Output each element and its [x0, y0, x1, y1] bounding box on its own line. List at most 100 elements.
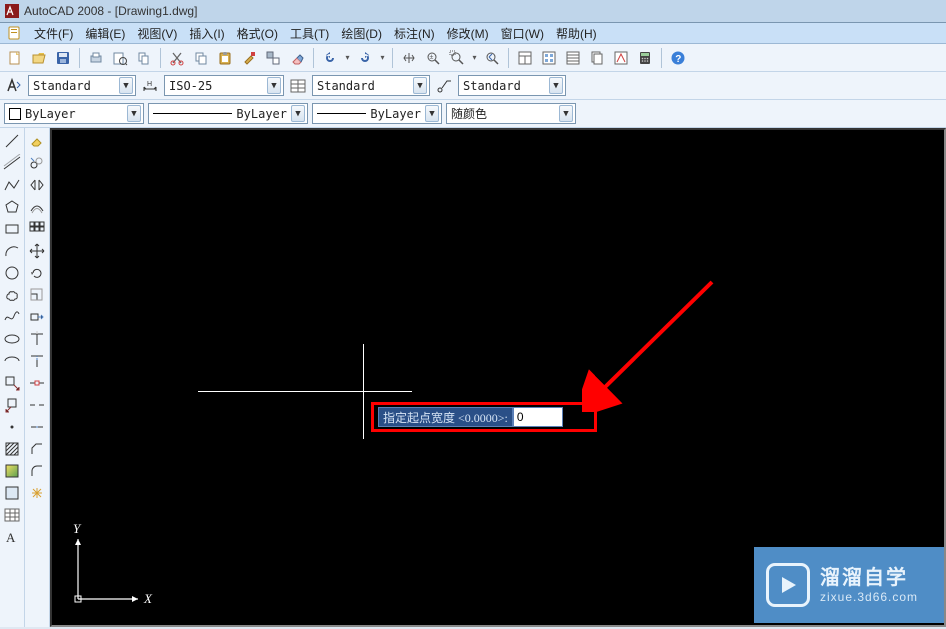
properties-button[interactable]	[514, 47, 536, 69]
linetype-combo[interactable]: ByLayer▼	[148, 103, 308, 124]
separator	[661, 48, 662, 68]
circle-tool[interactable]	[1, 262, 23, 283]
line-tool[interactable]	[1, 130, 23, 151]
fillet-tool[interactable]	[26, 460, 48, 481]
chevron-down-icon[interactable]: ▼	[425, 105, 439, 122]
hatch-tool[interactable]	[1, 438, 23, 459]
menu-file[interactable]: 文件(F)	[28, 23, 79, 44]
block-editor-button[interactable]	[262, 47, 284, 69]
menu-dim[interactable]: 标注(N)	[388, 23, 441, 44]
chevron-down-icon[interactable]: ▼	[559, 105, 573, 122]
gradient-tool[interactable]	[1, 460, 23, 481]
redo-button[interactable]	[354, 47, 376, 69]
make-block-tool[interactable]	[1, 394, 23, 415]
quickcalc-button[interactable]	[634, 47, 656, 69]
point-tool[interactable]	[1, 416, 23, 437]
break-tool[interactable]	[26, 394, 48, 415]
copy-tool[interactable]	[26, 152, 48, 173]
dynamic-value-input[interactable]	[513, 407, 563, 427]
extend-tool[interactable]	[26, 350, 48, 371]
drawing-canvas[interactable]: 指定起点宽度 <0.0000>: X Y 溜溜自学 zixue.3d66.c	[50, 128, 946, 627]
zoom-realtime-button[interactable]: ±	[422, 47, 444, 69]
spline-tool[interactable]	[1, 306, 23, 327]
polyline-tool[interactable]	[1, 174, 23, 195]
chevron-down-icon[interactable]: ▼	[291, 105, 305, 122]
help-button[interactable]: ?	[667, 47, 689, 69]
dim-style-icon[interactable]: H	[140, 76, 160, 96]
scale-tool[interactable]	[26, 284, 48, 305]
zoom-previous-button[interactable]	[481, 47, 503, 69]
color-combo[interactable]: ByLayer▼	[4, 103, 144, 124]
ellipse-arc-tool[interactable]	[1, 350, 23, 371]
menu-insert[interactable]: 插入(I)	[183, 23, 230, 44]
tool-palette-button[interactable]	[562, 47, 584, 69]
zoom-dropdown[interactable]: ▾	[470, 47, 479, 69]
open-button[interactable]	[28, 47, 50, 69]
revcloud-tool[interactable]	[1, 284, 23, 305]
chevron-down-icon[interactable]: ▼	[413, 77, 427, 94]
publish-button[interactable]	[133, 47, 155, 69]
chevron-down-icon[interactable]: ▼	[127, 105, 141, 122]
save-button[interactable]	[52, 47, 74, 69]
undo-dropdown[interactable]: ▾	[343, 47, 352, 69]
table-style-icon[interactable]	[288, 76, 308, 96]
xline-tool[interactable]	[1, 152, 23, 173]
app-title: AutoCAD 2008 - [Drawing1.dwg]	[24, 4, 197, 18]
plot-preview-button[interactable]	[109, 47, 131, 69]
menu-window[interactable]: 窗口(W)	[495, 23, 550, 44]
offset-tool[interactable]	[26, 196, 48, 217]
cut-button[interactable]	[166, 47, 188, 69]
mtext-tool[interactable]: A	[1, 526, 23, 547]
markup-button[interactable]	[610, 47, 632, 69]
polygon-tool[interactable]	[1, 196, 23, 217]
text-style-icon[interactable]	[4, 76, 24, 96]
design-center-button[interactable]	[538, 47, 560, 69]
rectangle-tool[interactable]	[1, 218, 23, 239]
stretch-tool[interactable]	[26, 306, 48, 327]
mirror-tool[interactable]	[26, 174, 48, 195]
menu-edit[interactable]: 编辑(E)	[79, 23, 131, 44]
rotate-tool[interactable]	[26, 262, 48, 283]
chevron-down-icon[interactable]: ▼	[549, 77, 563, 94]
pan-button[interactable]	[398, 47, 420, 69]
erase-button[interactable]	[286, 47, 308, 69]
insert-block-tool[interactable]	[1, 372, 23, 393]
svg-text:?: ?	[675, 54, 681, 65]
menu-help[interactable]: 帮助(H)	[550, 23, 603, 44]
table-tool[interactable]	[1, 504, 23, 525]
multileader-style-combo[interactable]: Standard▼	[458, 75, 566, 96]
menu-draw[interactable]: 绘图(D)	[335, 23, 388, 44]
arc-tool[interactable]	[1, 240, 23, 261]
redo-dropdown[interactable]: ▾	[378, 47, 387, 69]
explode-tool[interactable]	[26, 482, 48, 503]
lineweight-combo[interactable]: ByLayer▼	[312, 103, 442, 124]
match-prop-button[interactable]	[238, 47, 260, 69]
chevron-down-icon[interactable]: ▼	[119, 77, 133, 94]
copy-button[interactable]	[190, 47, 212, 69]
undo-button[interactable]	[319, 47, 341, 69]
chevron-down-icon[interactable]: ▼	[267, 77, 281, 94]
dim-style-combo[interactable]: ISO-25▼	[164, 75, 284, 96]
region-tool[interactable]	[1, 482, 23, 503]
plot-button[interactable]	[85, 47, 107, 69]
menu-format[interactable]: 格式(O)	[231, 23, 284, 44]
sheet-set-button[interactable]	[586, 47, 608, 69]
menu-modify[interactable]: 修改(M)	[441, 23, 495, 44]
multileader-style-icon[interactable]	[434, 76, 454, 96]
table-style-combo[interactable]: Standard▼	[312, 75, 430, 96]
paste-button[interactable]	[214, 47, 236, 69]
menu-view[interactable]: 视图(V)	[131, 23, 183, 44]
chamfer-tool[interactable]	[26, 438, 48, 459]
join-tool[interactable]	[26, 416, 48, 437]
ellipse-tool[interactable]	[1, 328, 23, 349]
menu-tools[interactable]: 工具(T)	[284, 23, 335, 44]
zoom-window-button[interactable]	[446, 47, 468, 69]
text-style-combo[interactable]: Standard▼	[28, 75, 136, 96]
trim-tool[interactable]	[26, 328, 48, 349]
plot-style-combo[interactable]: 随颜色▼	[446, 103, 576, 124]
array-tool[interactable]	[26, 218, 48, 239]
new-button[interactable]	[4, 47, 26, 69]
move-tool[interactable]	[26, 240, 48, 261]
break-at-point-tool[interactable]	[26, 372, 48, 393]
erase-tool[interactable]	[26, 130, 48, 151]
